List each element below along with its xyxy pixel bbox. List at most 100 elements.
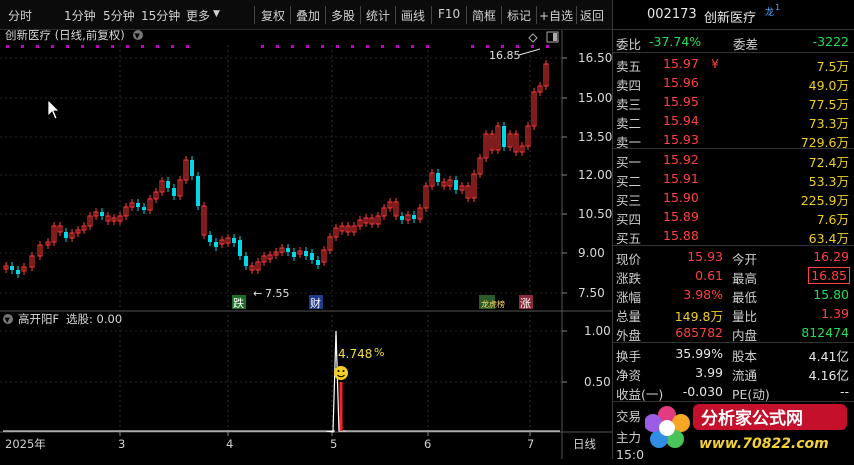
candle-body-down <box>316 260 320 265</box>
period-label[interactable]: 日线 <box>573 437 596 451</box>
y-tick-label: 13.50 <box>578 130 612 144</box>
candle-body-down <box>142 207 146 210</box>
stat-row[interactable]: 外盘 685782 内盘 812474 <box>613 324 854 343</box>
toolbar-simple-frame[interactable]: 简框 <box>472 7 496 24</box>
row-value-2: 16.29 <box>813 249 849 264</box>
row-value: 15.96 <box>663 75 699 90</box>
toolbar-add-watchlist[interactable]: +自选 <box>539 7 573 24</box>
stat-row[interactable]: 涨跌 0.61 最高 16.85 <box>613 267 854 286</box>
candle-body-down <box>190 160 194 176</box>
toolbar-period-5min[interactable]: 5分钟 <box>103 7 135 24</box>
bid-row[interactable]: 买三 15.90 225.9万 <box>613 189 854 208</box>
marker-text-finance: 财 <box>310 296 321 310</box>
flower-icon <box>644 406 690 448</box>
indicator-selection: 选股: 0.00 <box>66 312 122 326</box>
row-value: 15.93 <box>663 132 699 147</box>
smiley-icon <box>334 366 348 380</box>
row-value: 15.94 <box>663 113 699 128</box>
chevron-down-icon[interactable]: ▼ <box>213 9 220 19</box>
y-tick-label: 9.00 <box>578 246 605 260</box>
row-value: -0.030 <box>682 384 723 399</box>
row-value: 15.89 <box>663 209 699 224</box>
candle-body-down <box>208 235 212 242</box>
toolbar-period-1min[interactable]: 1分钟 <box>64 7 96 24</box>
bid-row[interactable]: 买四 15.89 7.6万 <box>613 208 854 227</box>
y-tick-label: 15.00 <box>578 91 612 105</box>
row-value: 15.93 <box>687 249 723 264</box>
weibi-row: 委比 -37.74% 委差 -3222 <box>613 33 854 52</box>
row-label: 买一 <box>616 155 642 170</box>
toolbar-draw-line[interactable]: 画线 <box>401 7 425 24</box>
chart-canvas: 创新医疗 (日线,前复权) ▼ 16.50 15.00 13.50 12.00 10.5… <box>0 28 612 459</box>
row-value: 0.61 <box>695 268 723 283</box>
bid-row[interactable]: 买一 15.92 72.4万 <box>613 151 854 170</box>
toolbar-statistics[interactable]: 统计 <box>366 7 390 24</box>
row-value: 15.92 <box>663 152 699 167</box>
x-label-month-3: 3 <box>118 437 125 451</box>
row-value-2: 77.5万 <box>808 97 849 112</box>
bid-row[interactable]: 买五 15.88 63.4万 <box>613 227 854 246</box>
row-label: 卖二 <box>616 116 642 131</box>
row-value: 15.95 <box>663 94 699 109</box>
low-price-prefix: ← <box>253 287 262 300</box>
kline-chart-area[interactable]: 创新医疗 (日线,前复权) ▼ 16.50 15.00 13.50 12.00 10.5… <box>0 28 612 459</box>
chevron-down-icon: ▼ <box>5 316 11 324</box>
row-value-2: 72.4万 <box>808 155 849 170</box>
main-chart-title: 创新医疗 (日线,前复权) <box>5 30 125 42</box>
toolbar-mark[interactable]: 标记 <box>507 7 531 24</box>
candle-body-down <box>100 212 104 216</box>
quote-panel: 002173 创新医疗 龙 1 委比 -37.74% 委差 -3222 卖五 15… <box>612 0 854 462</box>
row-value: 3.98% <box>683 287 723 302</box>
marker-text-down: 跌 <box>233 296 244 310</box>
ask-row[interactable]: 卖五 15.97 7.5万 ¥ <box>613 55 854 74</box>
top-toolbar: 分时 1分钟 5分钟 15分钟 更多 ▼ 复权 叠加 多股 统计 画线 F10 … <box>0 0 612 30</box>
y-tick-label: 12.00 <box>578 168 612 182</box>
ask-row[interactable]: 卖二 15.94 73.3万 <box>613 112 854 131</box>
toolbar-multi-stock[interactable]: 多股 <box>331 7 355 24</box>
row-label: 卖三 <box>616 97 642 112</box>
candle-body-down <box>436 173 440 182</box>
row-label: 买三 <box>616 193 642 208</box>
stat-row[interactable]: 现价 15.93 今开 16.29 <box>613 248 854 267</box>
row-label-2: 股本 <box>732 349 758 364</box>
ask-row[interactable]: 卖三 15.95 77.5万 <box>613 93 854 112</box>
stat-row[interactable]: 总量 149.8万 量比 1.39 <box>613 305 854 324</box>
x-label-month-5: 5 <box>330 437 337 451</box>
row-label-2: 流通 <box>732 368 758 383</box>
ask-row[interactable]: 卖四 15.96 49.0万 <box>613 74 854 93</box>
y-tick-label: 10.50 <box>578 207 612 221</box>
stat-row[interactable]: 换手 35.99% 股本 4.41亿 <box>613 345 854 364</box>
weicha-label: 委差 <box>733 37 759 52</box>
candle-body-down <box>238 240 242 256</box>
row-value: 3.99 <box>695 365 723 380</box>
watermark-logo: 分析家公式网 www.70822.com <box>644 398 851 456</box>
stat-row[interactable]: 涨幅 3.98% 最低 15.80 <box>613 286 854 305</box>
toolbar-more[interactable]: 更多 <box>186 7 210 24</box>
candle-body-down <box>412 215 416 219</box>
toolbar-fuquan[interactable]: 复权 <box>261 7 285 24</box>
toolbar-period-tick[interactable]: 分时 <box>8 7 38 24</box>
indicator-y-tick-label: 0.50 <box>584 375 611 389</box>
x-label-month-4: 4 <box>226 437 233 451</box>
y-tick-label: 16.50 <box>578 51 612 65</box>
toolbar-overlay[interactable]: 叠加 <box>296 7 320 24</box>
row-value-2: 7.5万 <box>816 59 849 74</box>
candle-body-down <box>136 203 140 207</box>
toolbar-back[interactable]: 返回 <box>580 7 604 24</box>
row-value-2: 225.9万 <box>800 193 849 208</box>
candle-body-down <box>454 180 458 190</box>
candle-body-down <box>166 181 170 188</box>
stat-row[interactable]: 净资 3.99 流通 4.16亿 <box>613 364 854 383</box>
row-value-2: 49.0万 <box>808 78 849 93</box>
logo-url: www.70822.com <box>699 436 829 452</box>
candle-body-down <box>400 216 404 220</box>
cost-mark: ¥ <box>711 56 719 71</box>
bid-row[interactable]: 买二 15.91 53.3万 <box>613 170 854 189</box>
row-label-2: 今开 <box>732 252 758 267</box>
toolbar-f10[interactable]: F10 <box>438 7 460 21</box>
row-label: 净资 <box>616 368 642 383</box>
row-value-2: 4.16亿 <box>808 368 849 383</box>
indicator-y-tick-label: 1.00 <box>584 324 611 338</box>
row-value-2: -- <box>839 384 849 399</box>
toolbar-period-15min[interactable]: 15分钟 <box>141 7 180 24</box>
